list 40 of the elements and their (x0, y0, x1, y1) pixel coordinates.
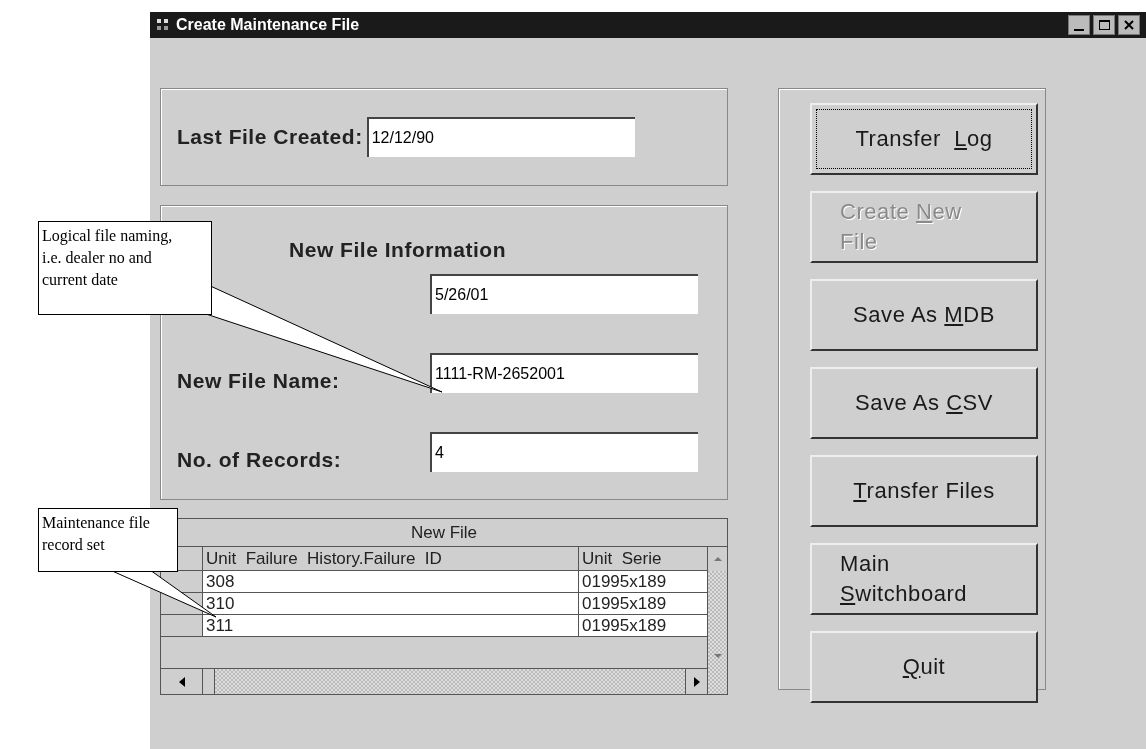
action-button[interactable]: Main Switchboard (810, 543, 1038, 615)
table-cell: 01995x189 (579, 593, 707, 614)
down-arrow-icon (713, 654, 722, 658)
left-arrow-icon (178, 676, 185, 687)
table-cell: 01995x189 (579, 615, 707, 636)
close-button[interactable] (1118, 15, 1140, 35)
scroll-right-button[interactable] (685, 669, 707, 694)
app-icon (156, 18, 170, 32)
table-cell: 310 (203, 593, 579, 614)
field-label: New File Name: (177, 368, 340, 394)
field-label: Last File Created: (177, 124, 363, 151)
table-cell: 01995x189 (579, 571, 707, 592)
horizontal-scrollbar[interactable] (161, 668, 707, 694)
scroll-up-button[interactable] (708, 547, 727, 571)
action-button[interactable]: Save As MDB (810, 279, 1038, 351)
close-icon (1124, 20, 1134, 30)
column-header[interactable]: Unit Serie (579, 547, 707, 570)
scroll-left-button[interactable] (161, 669, 203, 694)
input-field[interactable]: 12/12/90 (366, 117, 635, 157)
callout-box: Maintenance file record set (38, 508, 178, 572)
minimize-button[interactable] (1068, 15, 1090, 35)
action-button[interactable]: Quit (810, 631, 1038, 703)
input-field[interactable]: 1111-RM-2652001 (430, 353, 698, 393)
column-header[interactable]: Unit Failure History.Failure ID (203, 547, 579, 570)
action-button[interactable]: Save As CSV (810, 367, 1038, 439)
table-cell: 308 (203, 571, 579, 592)
field-label: No. of Records: (177, 447, 342, 473)
input-field[interactable]: 4 (430, 432, 698, 472)
table-cell: 311 (203, 615, 579, 636)
scroll-thumb[interactable] (203, 669, 215, 694)
right-arrow-icon (693, 676, 700, 687)
action-button[interactable]: Transfer Log (810, 103, 1038, 175)
window-title: Create Maintenance File (176, 15, 360, 35)
up-arrow-icon (713, 557, 722, 561)
group-title: New File Information (289, 237, 506, 263)
input-field[interactable]: 5/26/01 (430, 274, 698, 314)
action-button[interactable]: Transfer Files (810, 455, 1038, 527)
maximize-button[interactable] (1093, 15, 1115, 35)
vertical-scrollbar[interactable] (707, 547, 727, 694)
callout-box: Logical file naming, i.e. dealer no and current date (38, 221, 212, 315)
